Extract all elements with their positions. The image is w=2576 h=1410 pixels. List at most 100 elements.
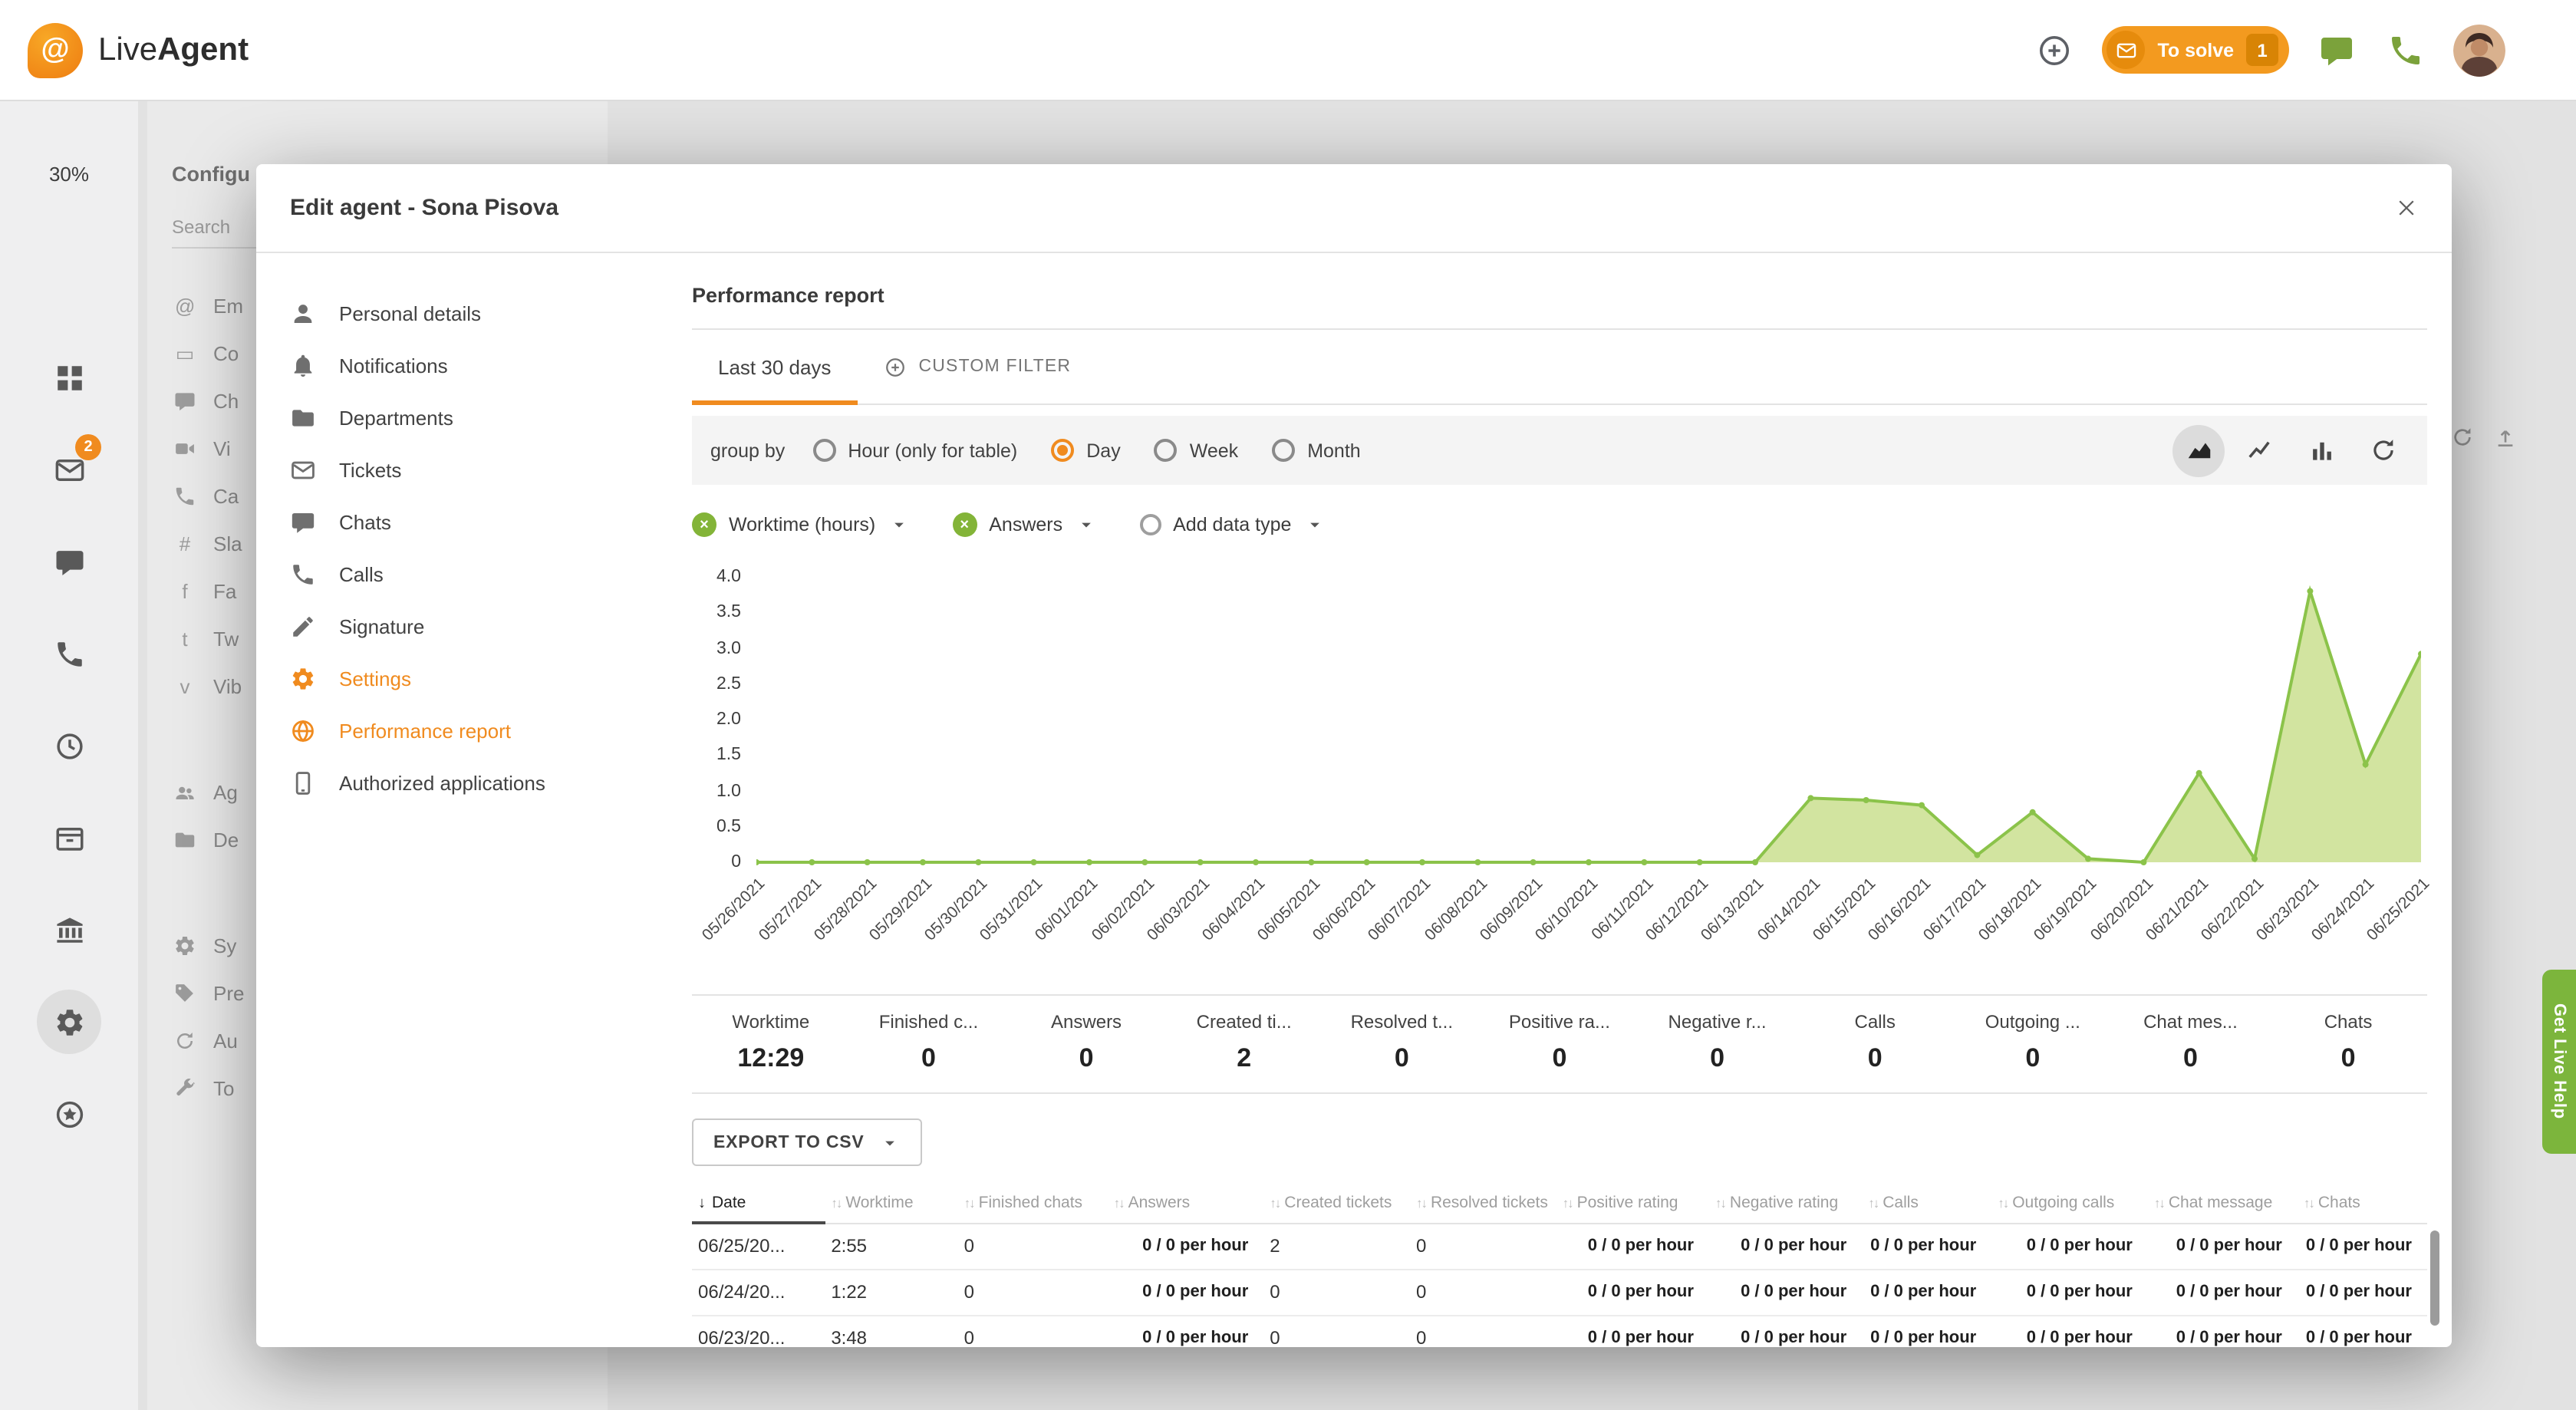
edit-agent-modal: Edit agent - Sona Pisova Personal detail… [256, 164, 2452, 1347]
summary-positive-ra: Positive ra...0 [1481, 1011, 1639, 1074]
column-header-calls[interactable]: ↑↓Calls [1862, 1184, 1991, 1223]
modal-nav-tickets[interactable]: Tickets [256, 443, 658, 496]
radio-icon [812, 439, 835, 462]
history-icon [53, 730, 85, 762]
chevron-down-icon [1303, 514, 1325, 535]
modal-nav-signature[interactable]: Signature [256, 600, 658, 652]
remove-icon[interactable]: × [952, 512, 977, 537]
group-by-toolbar: group by Hour (only for table) Day Week Mon… [692, 416, 2427, 485]
groupby-hour-only-for-table[interactable]: Hour (only for table) [812, 439, 1017, 462]
datatype-chip-worktime-hours[interactable]: ×Worktime (hours) [692, 512, 909, 537]
mail-icon [2107, 31, 2145, 69]
sidebar-history-button[interactable] [23, 700, 115, 792]
to-solve-button[interactable]: To solve 1 [2102, 26, 2289, 74]
column-header-outgoing-calls[interactable]: ↑↓Outgoing calls [1991, 1184, 2148, 1223]
report-table: ↓Date↑↓Worktime↑↓Finished chats↑↓Answers… [692, 1184, 2427, 1347]
sidebar-dashboard-button[interactable] [23, 331, 115, 423]
column-header-chat-message[interactable]: ↑↓Chat message [2148, 1184, 2298, 1223]
at-icon: @ [172, 296, 198, 316]
table-scrollbar[interactable] [2430, 1230, 2439, 1326]
summary-calls: Calls0 [1796, 1011, 1954, 1074]
top-bar-actions: To solve 1 [2033, 24, 2505, 76]
radio-icon [1139, 514, 1161, 535]
performance-report-section: Performance report Last 30 daysCUSTOM FI… [658, 253, 2452, 1347]
sort-icon: ↑↓ [1563, 1196, 1573, 1211]
chat-icon [290, 509, 316, 535]
column-header-worktime[interactable]: ↑↓Worktime [825, 1184, 957, 1223]
modal-nav-departments[interactable]: Departments [256, 391, 658, 443]
chats-status-button[interactable] [2315, 28, 2358, 71]
column-header-created-tickets[interactable]: ↑↓Created tickets [1263, 1184, 1410, 1223]
summary-finished-c: Finished c...0 [850, 1011, 1008, 1074]
table-row[interactable]: 06/23/20...3:4800 / 0 per hour000 / 0 pe… [692, 1315, 2427, 1347]
get-live-help-tab[interactable]: Get Live Help [2542, 970, 2576, 1154]
column-header-resolved-tickets[interactable]: ↑↓Resolved tickets [1410, 1184, 1556, 1223]
sidebar-chats-button[interactable] [23, 516, 115, 608]
export-to-csv-button[interactable]: EXPORT TO CSV [692, 1118, 923, 1166]
calls-status-button[interactable] [2384, 28, 2427, 71]
column-header-finished-chats[interactable]: ↑↓Finished chats [958, 1184, 1108, 1223]
modal-nav-authorized-applications[interactable]: Authorized applications [256, 756, 658, 809]
summary-negative-r: Negative r...0 [1639, 1011, 1797, 1074]
close-icon [2395, 196, 2418, 220]
modal-nav-personal-details[interactable]: Personal details [256, 287, 658, 339]
add-data-type[interactable]: Add data type [1139, 514, 1325, 535]
chevron-down-icon [880, 1132, 901, 1153]
bar-chart-button[interactable] [2295, 424, 2347, 476]
sidebar-tickets-button[interactable]: 2 [23, 423, 115, 516]
sidebar-billing-button[interactable] [23, 884, 115, 976]
sidebar-calls-button[interactable] [23, 608, 115, 700]
summary-row: Worktime12:29Finished c...0Answers0Creat… [692, 994, 2427, 1094]
sidebar-archive-button[interactable] [23, 792, 115, 884]
column-header-date[interactable]: ↓Date [692, 1184, 825, 1223]
unread-count-badge: 2 [75, 434, 101, 460]
refresh-button[interactable] [2357, 424, 2409, 476]
column-header-negative-rating[interactable]: ↑↓Negative rating [1709, 1184, 1862, 1223]
user-avatar[interactable] [2453, 24, 2505, 76]
tickets-icon [53, 453, 85, 486]
groupby-day[interactable]: Day [1051, 439, 1120, 462]
remove-icon[interactable]: × [692, 512, 716, 537]
chevron-down-icon [888, 514, 909, 535]
table-row[interactable]: 06/24/20...1:2200 / 0 per hour000 / 0 pe… [692, 1269, 2427, 1315]
modal-nav-calls[interactable]: Calls [256, 548, 658, 600]
sort-desc-icon: ↓ [698, 1195, 706, 1212]
close-button[interactable] [2395, 196, 2418, 220]
tag-icon [172, 982, 198, 1005]
column-header-answers[interactable]: ↑↓Answers [1108, 1184, 1264, 1223]
groupby-week[interactable]: Week [1155, 439, 1238, 462]
column-header-positive-rating[interactable]: ↑↓Positive rating [1556, 1184, 1709, 1223]
tab-last-30-days[interactable]: Last 30 days [692, 330, 857, 404]
modal-title: Edit agent - Sona Pisova [290, 195, 558, 221]
globe-icon [290, 717, 316, 743]
background-toolbar [2450, 423, 2518, 451]
sort-icon: ↑↓ [964, 1196, 974, 1211]
chart-x-axis: 05/26/202105/27/202105/28/202105/29/2021… [756, 875, 2421, 960]
sort-icon: ↑↓ [2154, 1196, 2164, 1211]
refresh-icon[interactable] [2450, 423, 2475, 451]
tab-custom-filter[interactable]: CUSTOM FILTER [857, 330, 1097, 404]
sidebar-settings-button[interactable] [23, 976, 115, 1068]
datatype-chip-answers[interactable]: ×Answers [952, 512, 1096, 537]
modal-nav-chats[interactable]: Chats [256, 496, 658, 548]
liveagent-logo-icon: @ [28, 22, 83, 77]
y-axis-tick: 2.5 [716, 675, 741, 693]
modal-nav-notifications[interactable]: Notifications [256, 339, 658, 391]
sidebar-starred-button[interactable] [23, 1068, 115, 1160]
upload-icon[interactable] [2493, 423, 2518, 451]
modal-nav-settings[interactable]: Settings [256, 652, 658, 704]
performance-chart: 4.03.53.02.52.01.51.00.50 05/26/202105/2… [692, 568, 2427, 964]
modal-nav-performance-report[interactable]: Performance report [256, 704, 658, 756]
groupby-month[interactable]: Month [1272, 439, 1361, 462]
add-button[interactable] [2033, 28, 2076, 71]
table-row[interactable]: 06/25/20...2:5500 / 0 per hour200 / 0 pe… [692, 1223, 2427, 1269]
sort-icon: ↑↓ [1868, 1196, 1878, 1211]
y-axis-tick: 4.0 [716, 568, 741, 586]
area-chart-button[interactable] [2172, 424, 2225, 476]
group-by-label: group by [710, 440, 785, 461]
sort-icon: ↑↓ [1114, 1196, 1124, 1211]
y-axis-tick: 3.0 [716, 639, 741, 657]
line-chart-button[interactable] [2234, 424, 2286, 476]
column-header-chats[interactable]: ↑↓Chats [2298, 1184, 2427, 1223]
tw-icon: t [172, 629, 198, 649]
